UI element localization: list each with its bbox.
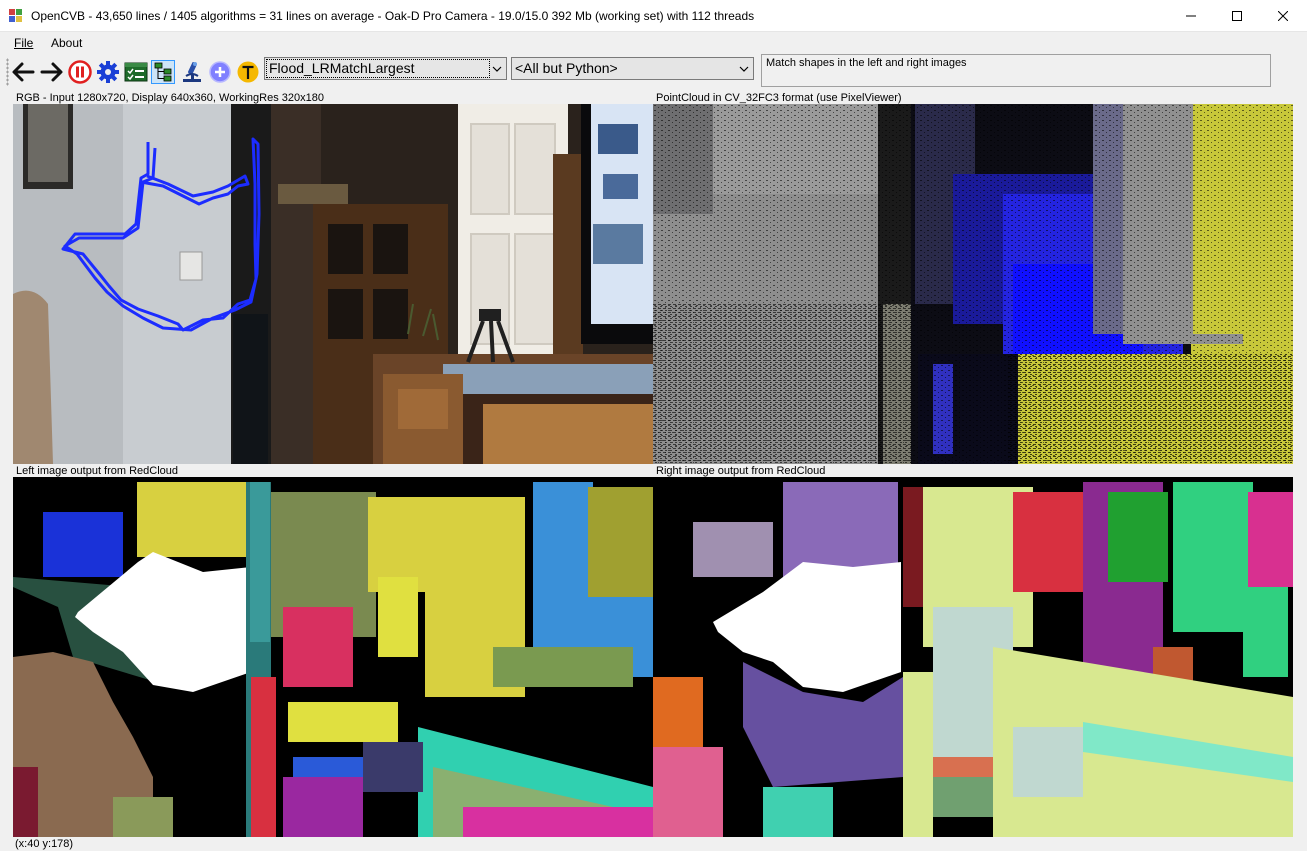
pointcloud-image-panel[interactable] — [653, 104, 1293, 464]
toolbar-grip[interactable] — [6, 58, 9, 86]
right-redcloud-panel[interactable] — [653, 477, 1293, 837]
pixel-viewer-button[interactable] — [180, 60, 204, 84]
pointcloud-image — [653, 104, 1293, 464]
minimize-icon — [1186, 15, 1196, 16]
left-redcloud-panel[interactable] — [13, 477, 653, 837]
forward-button[interactable] — [40, 60, 64, 84]
right-redcloud-image — [653, 477, 1293, 837]
menu-file[interactable]: File — [14, 36, 33, 50]
app-icon — [9, 9, 22, 22]
left-redcloud-image — [13, 477, 653, 837]
maximize-icon — [1232, 10, 1242, 21]
bottom-left-panel-label: Left image output from RedCloud — [16, 465, 179, 477]
rgb-camera-image — [13, 104, 653, 464]
algorithm-select-value: Flood_LRMatchLargest — [266, 59, 490, 78]
test-all-button[interactable] — [124, 60, 148, 84]
test-all-icon — [124, 62, 148, 82]
pause-button[interactable] — [68, 60, 92, 84]
title-bar: OpenCVB - 43,650 lines / 1405 algorithms… — [0, 0, 1307, 32]
add-algorithm-button[interactable] — [208, 60, 232, 84]
gear-icon — [97, 61, 119, 83]
chevron-down-icon[interactable] — [488, 58, 506, 79]
minimize-button[interactable] — [1168, 0, 1214, 31]
menu-bar: File About — [0, 32, 1307, 54]
mouse-coordinates: (x:40 y:178) — [15, 838, 74, 850]
top-left-panel-label: RGB - Input 1280x720, Display 640x360, W… — [16, 92, 324, 104]
microscope-icon — [183, 62, 201, 82]
options-button[interactable] — [96, 60, 120, 84]
translate-t-icon — [237, 61, 259, 83]
window-title: OpenCVB - 43,650 lines / 1405 algorithms… — [31, 9, 755, 23]
pause-icon — [68, 60, 92, 84]
group-select-value: <All but Python> — [515, 60, 618, 76]
algorithm-tree-icon — [154, 62, 172, 82]
back-button[interactable] — [11, 60, 35, 84]
algorithm-tree-button[interactable] — [151, 60, 175, 84]
maximize-button[interactable] — [1214, 0, 1260, 31]
rgb-image-panel[interactable] — [13, 104, 653, 464]
bottom-right-panel-label: Right image output from RedCloud — [656, 465, 826, 477]
algorithm-description: Match shapes in the left and right image… — [761, 54, 1271, 87]
back-arrow-icon — [12, 62, 35, 82]
menu-about[interactable]: About — [51, 36, 82, 50]
translate-button[interactable] — [236, 60, 260, 84]
close-button[interactable] — [1260, 0, 1306, 31]
algorithm-select[interactable]: Flood_LRMatchLargest — [264, 57, 507, 80]
forward-arrow-icon — [40, 62, 63, 82]
chevron-down-icon[interactable] — [735, 58, 753, 79]
group-select[interactable]: <All but Python> — [511, 57, 754, 80]
add-plus-icon — [209, 61, 231, 83]
close-icon — [1278, 10, 1288, 21]
top-right-panel-label: PointCloud in CV_32FC3 format (use Pixel… — [656, 92, 902, 104]
